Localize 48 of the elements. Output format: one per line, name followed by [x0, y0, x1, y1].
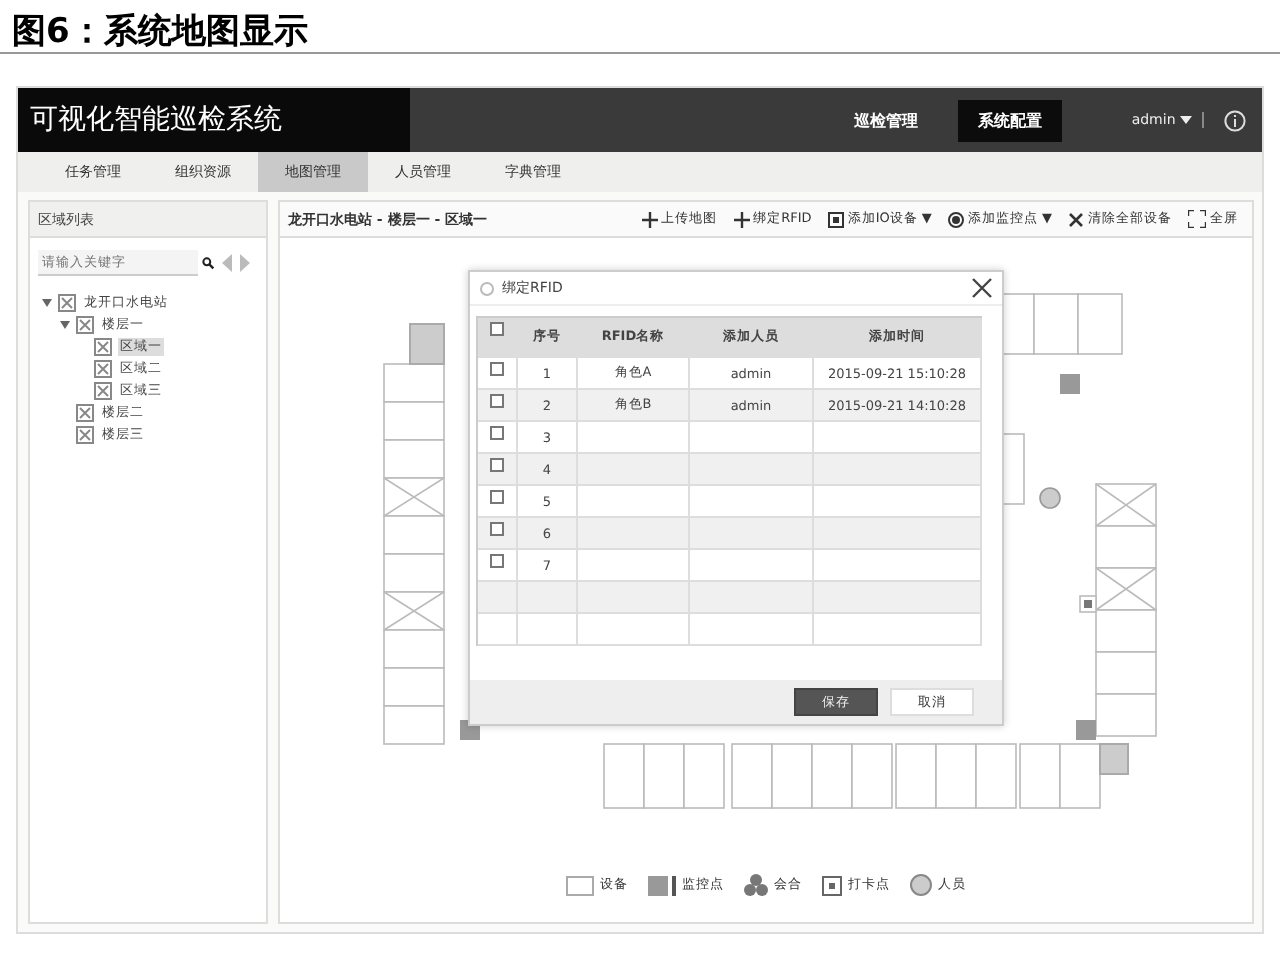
table-cell: [478, 614, 518, 646]
checkbox[interactable]: [490, 322, 504, 336]
table-cell: [578, 614, 690, 646]
nav-tab[interactable]: 巡检管理: [833, 99, 938, 141]
block-legend-icon: [648, 875, 676, 895]
caret-icon[interactable]: [42, 298, 52, 308]
area-icon: [94, 338, 112, 356]
area-icon: [76, 316, 94, 334]
checkbox[interactable]: [490, 394, 504, 408]
checkpoint-legend-icon: [822, 875, 842, 895]
table-cell: [578, 582, 690, 614]
device-legend-icon: [566, 875, 594, 895]
plus-icon: [733, 211, 750, 227]
table-cell: [578, 454, 690, 486]
caret-icon: [1180, 116, 1192, 124]
search-icon[interactable]: [202, 254, 214, 272]
table-cell: [518, 614, 578, 646]
checkbox[interactable]: [490, 554, 504, 568]
table-cell: [578, 518, 690, 550]
nav-tab[interactable]: 系统配置: [957, 99, 1062, 141]
dialog-icon: [480, 281, 494, 295]
table-cell: [690, 614, 814, 646]
checkbox[interactable]: [490, 522, 504, 536]
target-icon: [947, 211, 964, 227]
close-icon[interactable]: [972, 278, 992, 298]
caret-icon[interactable]: [60, 320, 70, 330]
plus-icon: [641, 211, 658, 227]
table-cell: [690, 454, 814, 486]
figure-caption: 图6：系统地图显示: [0, 0, 1280, 54]
checkbox[interactable]: [490, 362, 504, 376]
area-icon: [76, 426, 94, 444]
table-cell: [518, 582, 578, 614]
table-cell: [690, 582, 814, 614]
info-icon[interactable]: [1224, 109, 1246, 131]
square-dot-icon: [827, 211, 844, 227]
area-icon: [76, 404, 94, 422]
circles-legend-icon: [744, 874, 768, 896]
area-icon: [58, 294, 76, 312]
checkbox[interactable]: [490, 426, 504, 440]
close-icon: [1068, 211, 1084, 227]
checkbox[interactable]: [490, 458, 504, 472]
person-legend-icon: [910, 874, 932, 896]
area-icon: [94, 382, 112, 400]
table-cell: [690, 518, 814, 550]
checkbox[interactable]: [490, 490, 504, 504]
fullscreen-icon: [1188, 210, 1206, 228]
app-title: 可视化智能巡检系统: [18, 88, 410, 152]
area-icon: [94, 360, 112, 378]
